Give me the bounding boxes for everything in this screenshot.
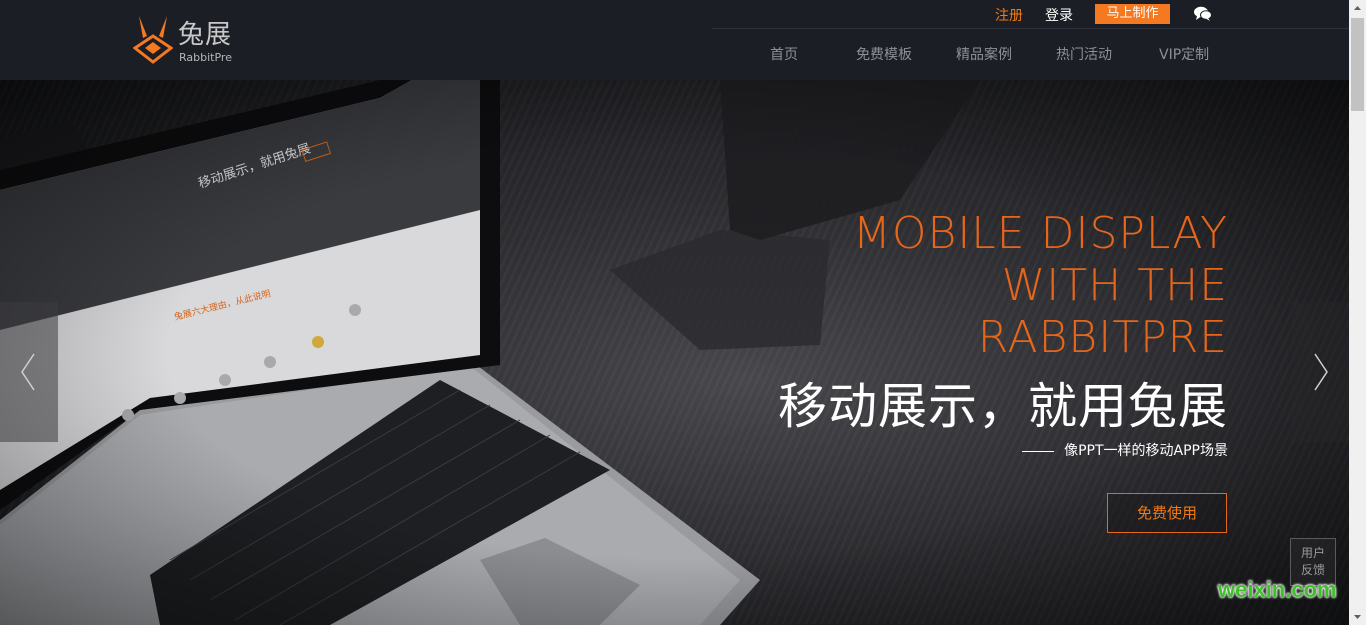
logo-text-cn: 兔展 (178, 20, 233, 50)
scrollbar-thumb[interactable] (1351, 18, 1364, 111)
hero-banner: 移动展示，就用兔展 兔展六大理由，从此说明 MOBILE DISPLAY WIT… (0, 80, 1349, 625)
hero-headline-en: MOBILE DISPLAY WITH THE RABBITPRE (852, 208, 1228, 363)
chevron-right-icon (1314, 353, 1328, 391)
logo[interactable]: 兔展 RabbitPre (133, 14, 243, 66)
feedback-label: 用户 反馈 (1300, 546, 1325, 577)
carousel-next-button[interactable] (1291, 302, 1349, 442)
make-now-button[interactable]: 马上制作 (1095, 4, 1170, 24)
vertical-scrollbar[interactable] (1349, 0, 1366, 625)
nav-free-templates[interactable]: 免费模板 (856, 46, 912, 64)
chevron-left-icon (21, 353, 35, 391)
carousel-prev-button[interactable] (0, 302, 58, 442)
nav-featured-cases[interactable]: 精品案例 (956, 46, 1012, 64)
scroll-up-icon (1354, 6, 1361, 10)
free-use-button[interactable]: 免费使用 (1107, 493, 1227, 533)
register-link[interactable]: 注册 (995, 5, 1023, 25)
watermark: weixin.com (1218, 577, 1337, 602)
nav-hot-events[interactable]: 热门活动 (1056, 46, 1112, 64)
hero-headline-cn: 移动展示，就用兔展 (777, 378, 1228, 435)
scroll-down-icon (1354, 615, 1361, 619)
hero-subtitle-text: 像PPT一样的移动APP场景 (1064, 443, 1228, 459)
rabbit-logo-icon (133, 16, 173, 64)
scroll-down-button[interactable] (1349, 608, 1366, 625)
login-link[interactable]: 登录 (1045, 5, 1073, 25)
logo-text-en: RabbitPre (179, 51, 232, 64)
header-divider (712, 28, 1349, 29)
page: 兔展 RabbitPre 注册 登录 马上制作 首页 免费模板 精品案例 热门活… (0, 0, 1366, 625)
hero-subtitle: 像PPT一样的移动APP场景 (828, 442, 1228, 460)
chat-bubbles-icon[interactable] (1194, 6, 1212, 22)
nav-vip-custom[interactable]: VIP定制 (1159, 46, 1209, 64)
site-header: 兔展 RabbitPre 注册 登录 马上制作 首页 免费模板 精品案例 热门活… (0, 0, 1349, 80)
subtitle-dash (1022, 450, 1055, 452)
scroll-up-button[interactable] (1349, 0, 1366, 17)
nav-home[interactable]: 首页 (770, 46, 798, 64)
